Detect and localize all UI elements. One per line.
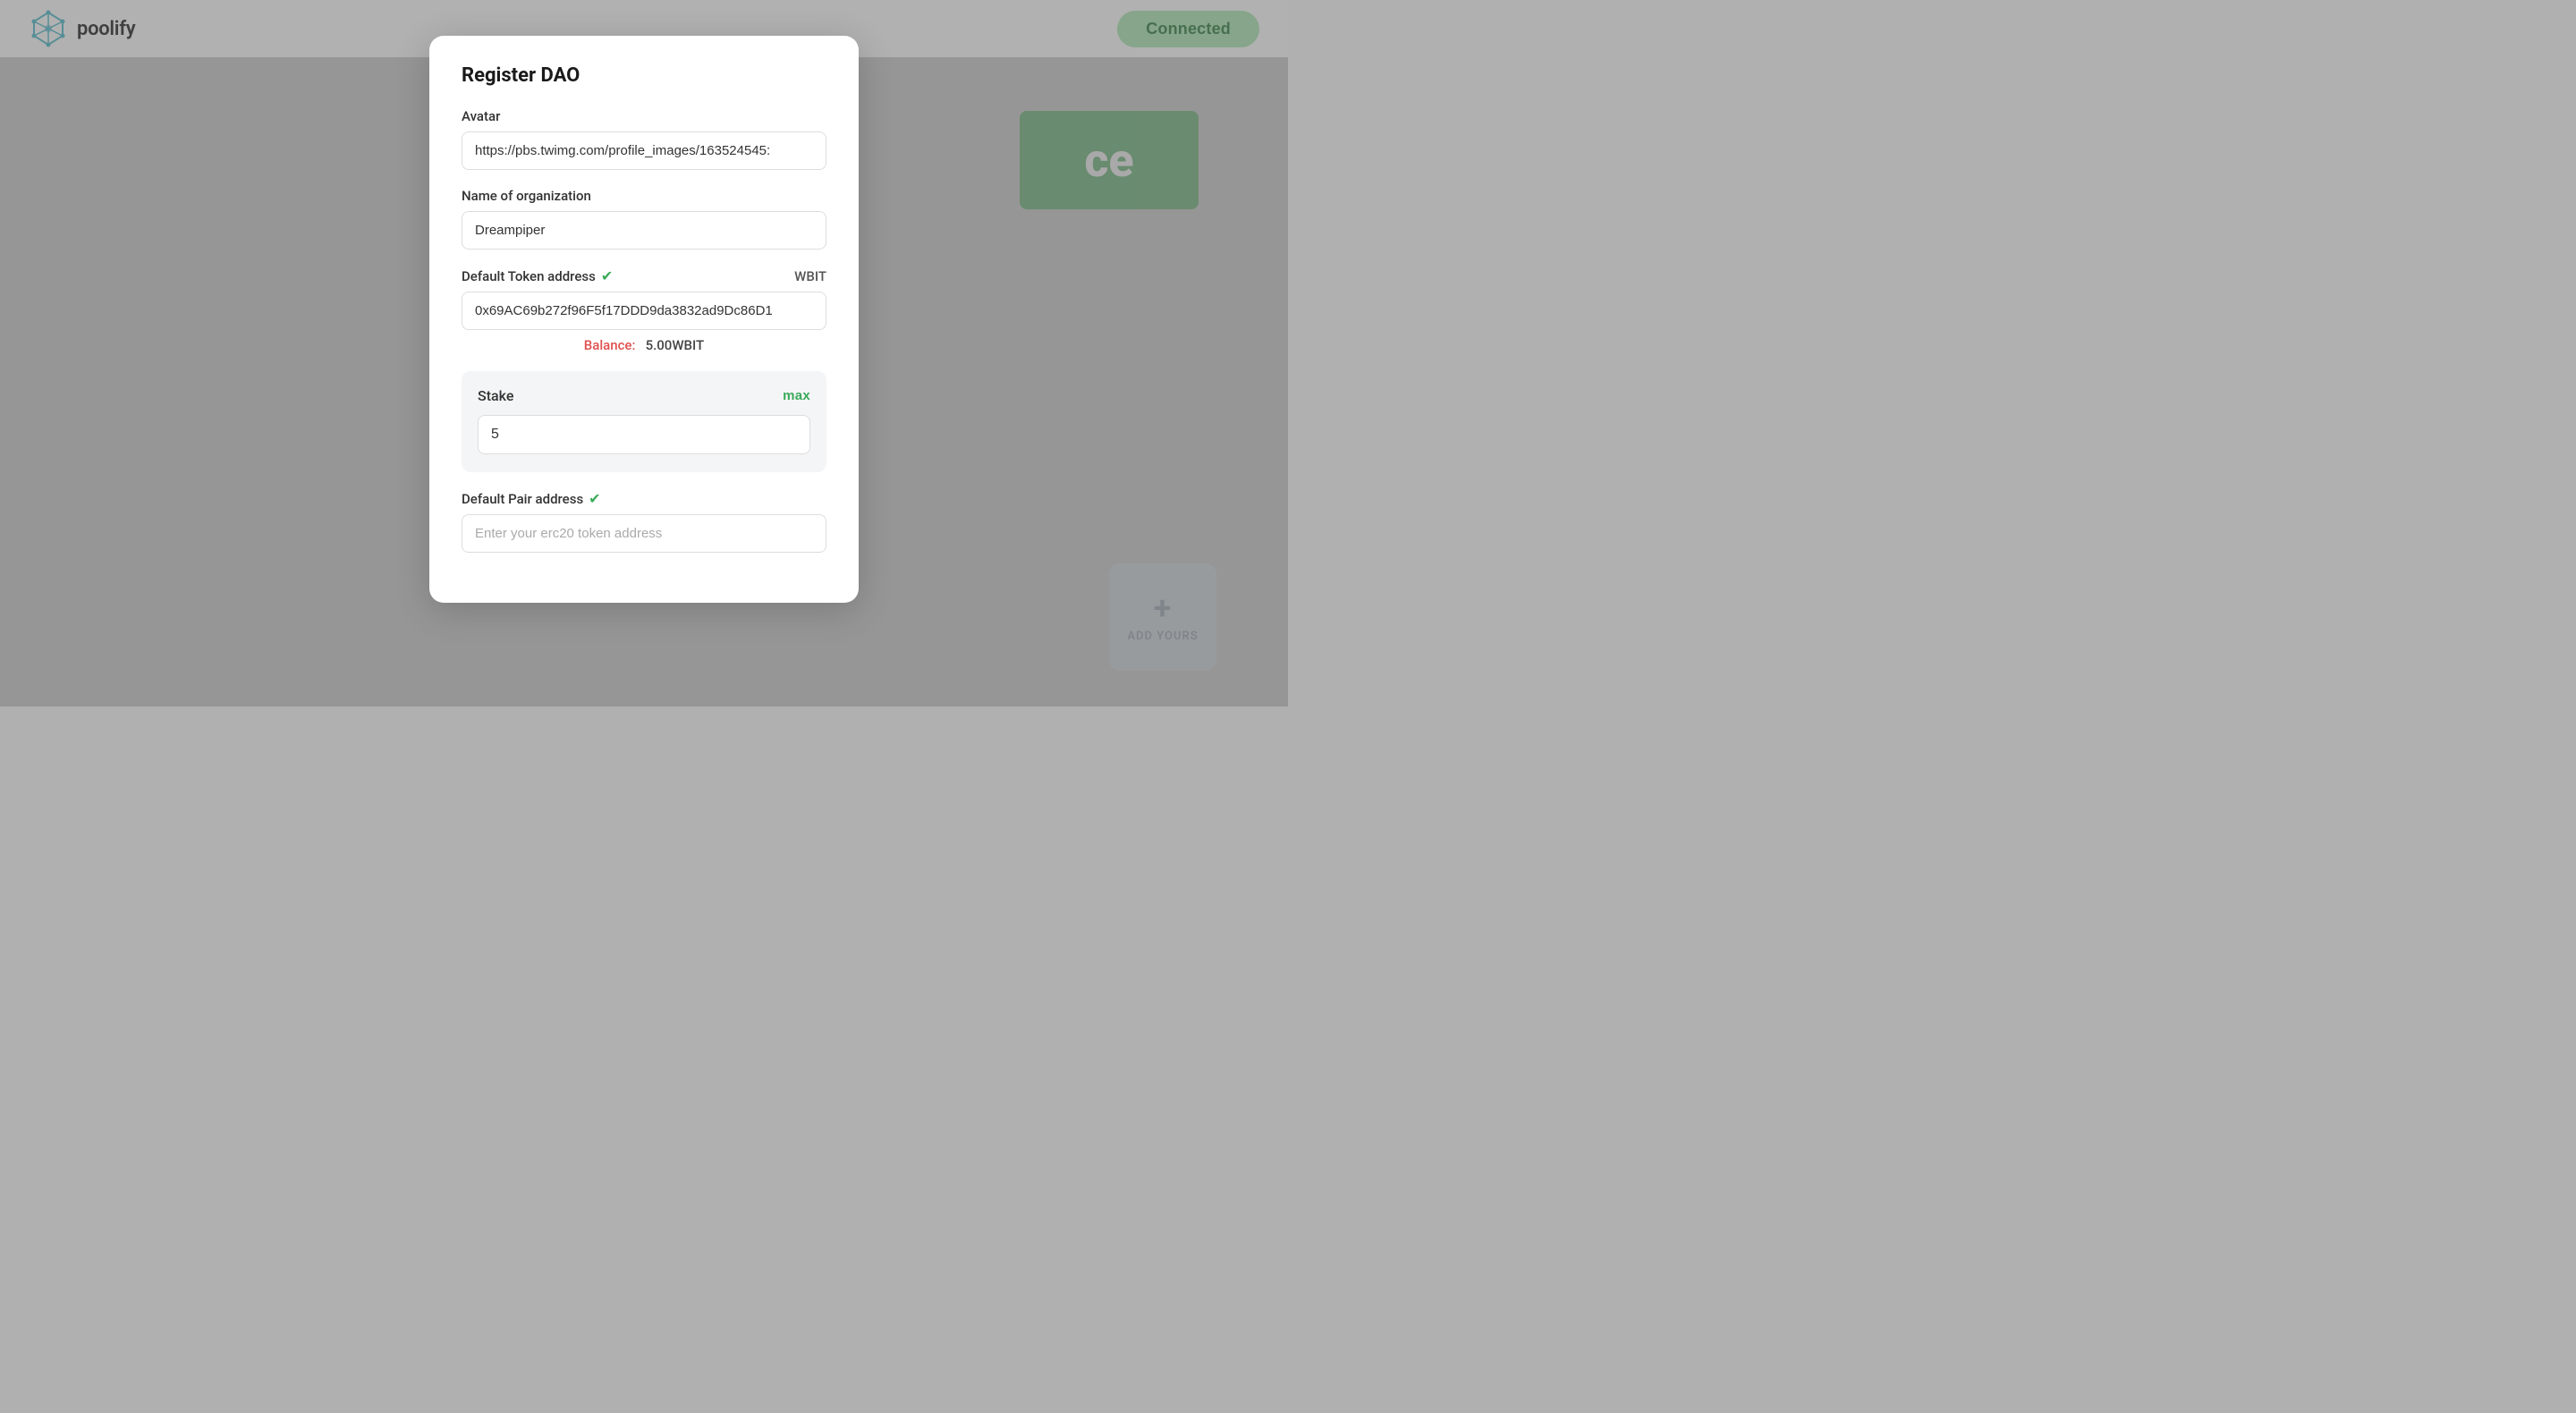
register-dao-modal: Register DAO Avatar Name of organization…: [429, 36, 859, 603]
max-button[interactable]: max: [783, 388, 810, 403]
balance-label: Balance:: [584, 337, 636, 353]
balance-display: Balance: 5.00WBIT: [462, 337, 826, 353]
org-name-label: Name of organization: [462, 188, 826, 204]
stake-input[interactable]: [478, 415, 810, 454]
org-name-group: Name of organization: [462, 188, 826, 250]
stake-box: Stake max: [462, 371, 826, 472]
pair-address-group: Default Pair address ✔: [462, 490, 826, 553]
org-name-input[interactable]: [462, 211, 826, 250]
avatar-group: Avatar: [462, 108, 826, 170]
stake-label: Stake: [478, 387, 513, 404]
avatar-label: Avatar: [462, 108, 826, 124]
token-check-icon: ✔: [601, 267, 613, 284]
pair-address-label: Default Pair address ✔: [462, 490, 826, 507]
stake-header: Stake max: [478, 387, 810, 404]
token-address-group: Default Token address ✔ WBIT Balance: 5.…: [462, 267, 826, 353]
token-badge: WBIT: [794, 268, 826, 284]
balance-value: 5.00WBIT: [646, 337, 705, 353]
token-address-input[interactable]: [462, 292, 826, 330]
pair-check-icon: ✔: [589, 490, 600, 507]
modal-title: Register DAO: [462, 64, 826, 87]
token-address-label: Default Token address ✔ WBIT: [462, 267, 826, 284]
modal-overlay: Register DAO Avatar Name of organization…: [0, 0, 1288, 706]
pair-address-input[interactable]: [462, 514, 826, 553]
avatar-input[interactable]: [462, 131, 826, 170]
